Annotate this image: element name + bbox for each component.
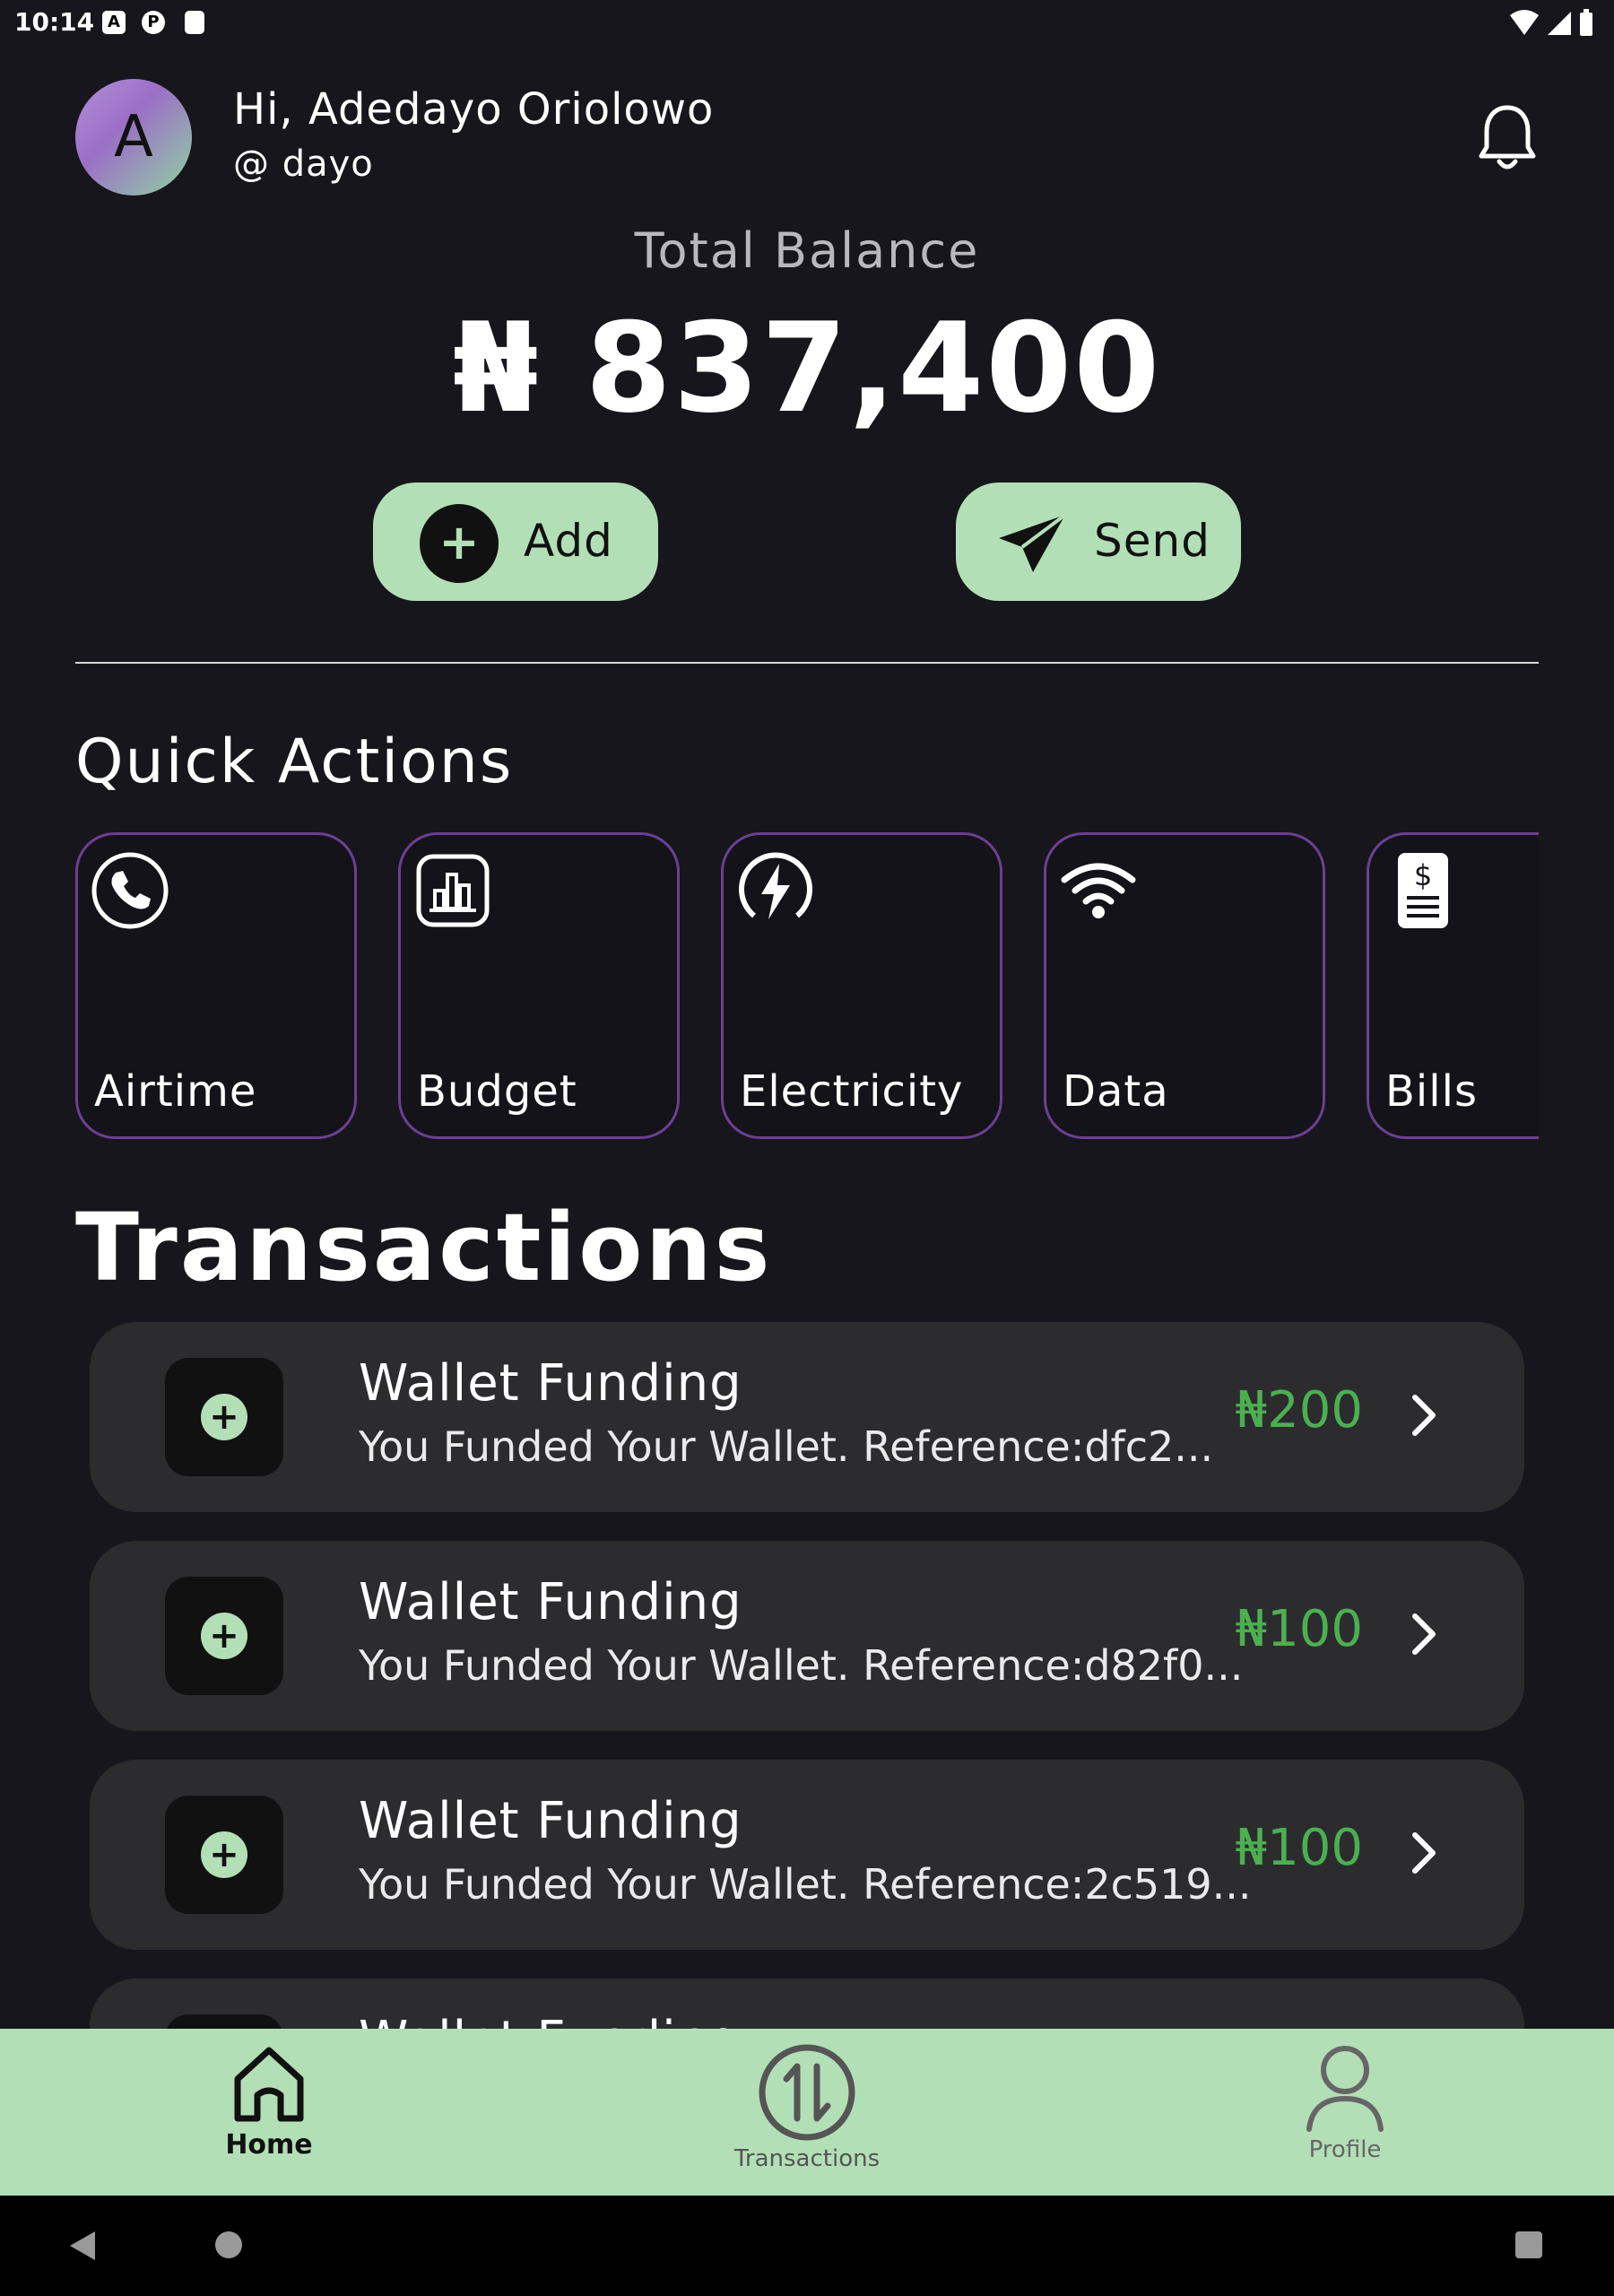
notification-bell-icon[interactable] [1476, 102, 1539, 174]
avatar[interactable]: A [75, 79, 192, 196]
quick-action-label: Data [1063, 1066, 1169, 1117]
chevron-right-icon[interactable] [1406, 1828, 1442, 1878]
wifi-status-icon [1510, 10, 1539, 35]
transactions-title: Transactions [75, 1193, 773, 1302]
send-button-label: Send [1094, 515, 1210, 567]
transaction-icon-box: + [165, 1577, 283, 1695]
transaction-row[interactable]: + Wallet Funding You Funded Your Wallet.… [90, 1541, 1524, 1731]
balance-amount: ₦ 837,400 [452, 296, 1162, 440]
lightning-icon [739, 852, 812, 919]
quick-action-label: Airtime [94, 1066, 257, 1117]
nav-transactions-label: Transactions [733, 2145, 881, 2172]
recents-icon[interactable] [1514, 2230, 1544, 2260]
quick-action-label: Budget [417, 1066, 577, 1117]
quick-action-label: Electricity [740, 1066, 964, 1117]
greeting-text: Hi, Adedayo Oriolowo [233, 84, 715, 135]
plus-icon: + [420, 504, 499, 583]
transaction-icon-box: + [165, 1796, 283, 1914]
transaction-row[interactable]: + Wallet Funding You Funded Your Wallet.… [90, 1322, 1524, 1512]
username-handle: @ dayo [233, 144, 374, 185]
quick-action-bills[interactable]: $ Bills [1367, 832, 1539, 1139]
send-money-button[interactable]: Send [956, 483, 1241, 601]
transaction-icon-box: + [165, 1358, 283, 1476]
plus-icon: + [201, 1394, 247, 1440]
transaction-description: You Funded Your Wallet. Reference:2c519.… [359, 1860, 1252, 1909]
transaction-amount: ₦200 [1235, 1381, 1363, 1439]
status-time: 10:14 [14, 7, 95, 37]
add-money-button[interactable]: + Add [373, 483, 658, 601]
notification-a-icon: A [102, 11, 126, 34]
home-circle-icon[interactable] [213, 2230, 244, 2260]
transaction-description: You Funded Your Wallet. Reference:dfc2..… [359, 1422, 1214, 1471]
plus-icon: + [201, 1831, 247, 1878]
transaction-name: Wallet Funding [359, 1792, 742, 1850]
transaction-amount: ₦100 [1235, 1819, 1363, 1877]
transaction-row[interactable]: + Wallet Funding You Funded Your Wallet.… [90, 1760, 1524, 1950]
wifi-icon [1061, 863, 1136, 918]
add-button-label: Add [524, 515, 613, 567]
back-icon[interactable] [68, 2230, 99, 2262]
bottom-navigation: Home Transactions Profile [0, 2029, 1614, 2196]
transaction-name: Wallet Funding [359, 1573, 742, 1631]
transaction-description: You Funded Your Wallet. Reference:d82f0.… [359, 1641, 1244, 1690]
quick-actions-list[interactable]: Airtime Budget Electricity Data $ Bills [75, 832, 1539, 1142]
plus-icon: + [201, 1613, 247, 1659]
chevron-right-icon[interactable] [1406, 1609, 1442, 1659]
nav-transactions[interactable]: Transactions [717, 2043, 897, 2172]
notification-p-icon: P [142, 11, 165, 34]
quick-actions-title: Quick Actions [75, 726, 514, 797]
home-icon [234, 2047, 304, 2122]
svg-text:$: $ [1414, 858, 1432, 892]
paper-plane-icon [999, 513, 1067, 572]
system-navigation-bar [0, 2196, 1614, 2296]
transfer-icon [759, 2044, 855, 2141]
transaction-icon-box: + [165, 2014, 283, 2029]
bill-icon: $ [1398, 853, 1448, 928]
nav-profile-label: Profile [1308, 2136, 1382, 2163]
transaction-name: Wallet Funding [359, 1354, 742, 1413]
quick-action-data[interactable]: Data [1044, 832, 1325, 1139]
quick-action-label: Bills [1385, 1066, 1478, 1117]
quick-action-electricity[interactable]: Electricity [721, 832, 1002, 1139]
battery-icon [1580, 9, 1592, 36]
nav-home[interactable]: Home [215, 2043, 323, 2161]
transaction-row[interactable]: + Wallet Funding [90, 1979, 1524, 2029]
phone-icon [91, 852, 169, 929]
quick-action-budget[interactable]: Budget [398, 832, 680, 1139]
header: A Hi, Adedayo Oriolowo @ dayo [75, 79, 1539, 196]
status-bar: 10:14 A P [0, 0, 1614, 45]
divider [75, 662, 1539, 664]
quick-action-airtime[interactable]: Airtime [75, 832, 357, 1139]
chart-icon [416, 854, 490, 927]
signal-icon [1548, 12, 1571, 35]
transaction-amount: ₦100 [1235, 1600, 1363, 1658]
balance-label: Total Balance [634, 222, 980, 279]
chevron-right-icon[interactable] [1406, 1390, 1442, 1440]
status-icons [1508, 9, 1594, 38]
transactions-list[interactable]: + Wallet Funding You Funded Your Wallet.… [90, 1322, 1524, 2029]
transaction-name: Wallet Funding [359, 2011, 742, 2029]
nav-profile[interactable]: Profile [1273, 2043, 1417, 2163]
sd-card-icon [185, 11, 204, 34]
nav-home-label: Home [225, 2129, 313, 2161]
profile-icon [1306, 2046, 1384, 2132]
